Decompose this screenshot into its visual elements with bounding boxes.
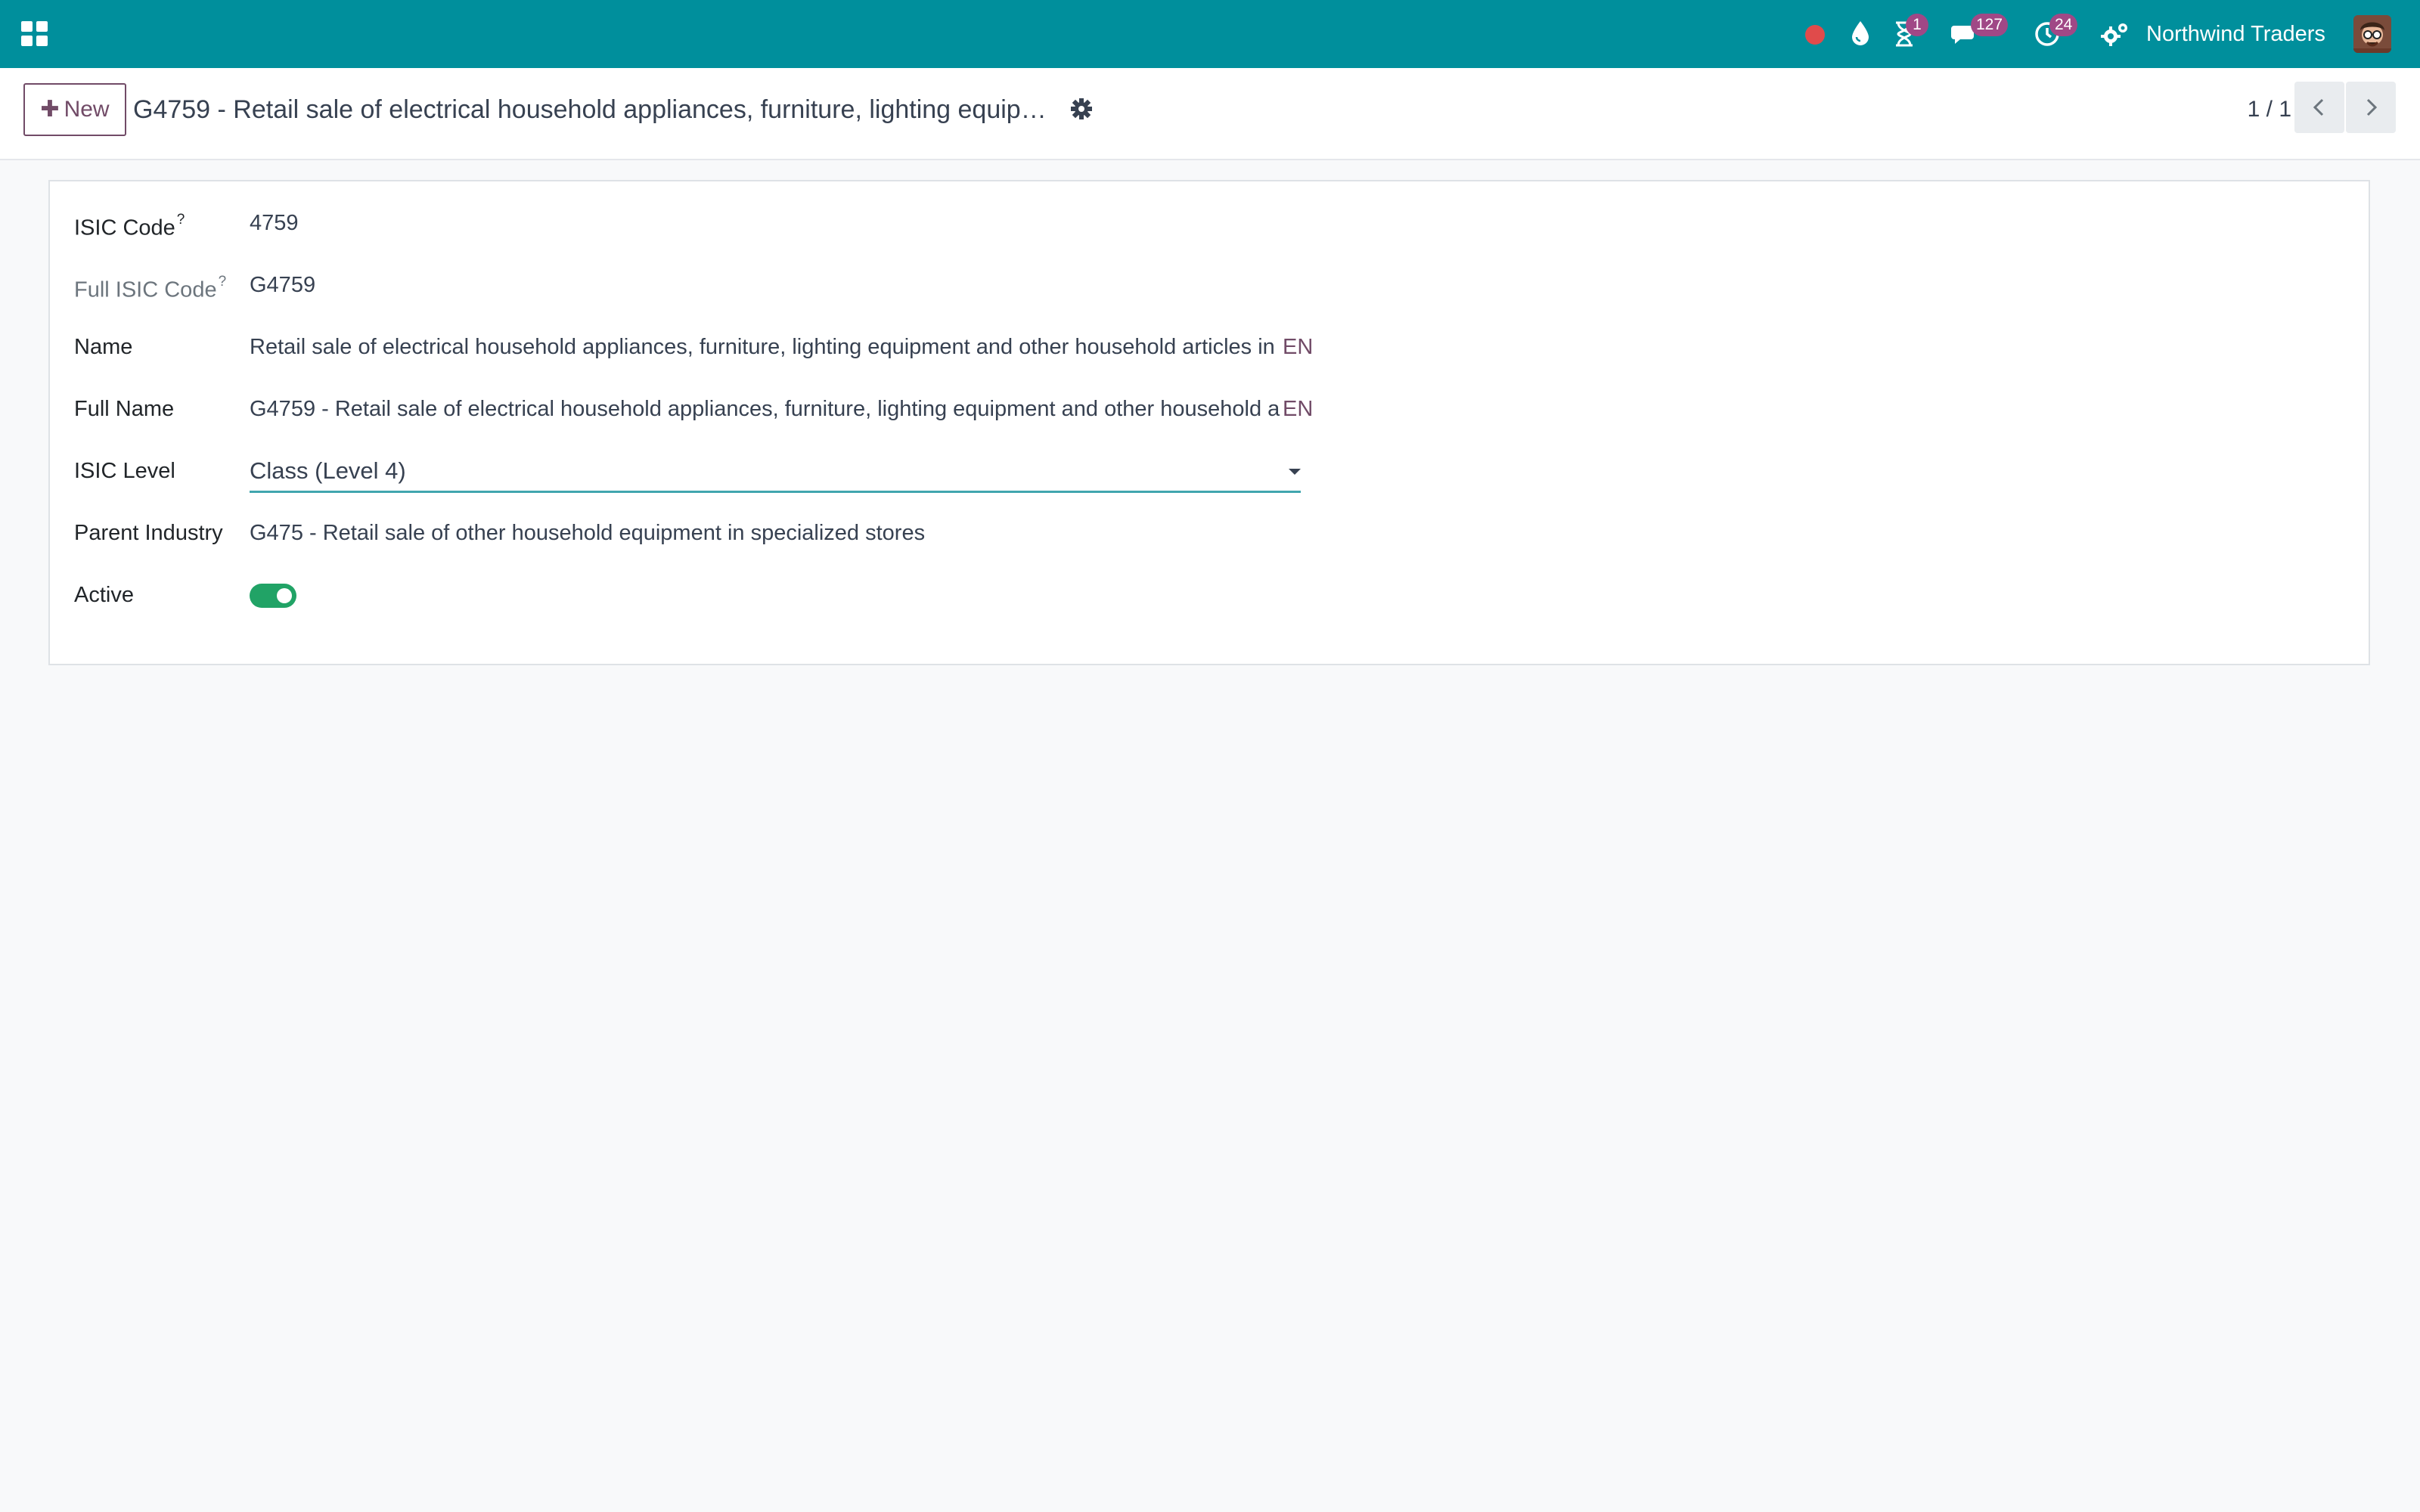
isic-code-input[interactable]: 4759: [250, 204, 1301, 242]
name-language-button[interactable]: EN: [1281, 328, 1314, 366]
form-sheet: ISIC Code? 4759 Full ISIC Code? G4759 Na…: [48, 180, 2370, 665]
previous-record-button[interactable]: [2294, 82, 2344, 133]
isic-level-row: ISIC Level Class (Level 4): [74, 452, 1360, 493]
control-panel: ✚ New G4759 - Retail sale of electrical h…: [0, 68, 2420, 160]
isic-level-select[interactable]: Class (Level 4): [250, 452, 1301, 493]
user-avatar[interactable]: [2353, 15, 2391, 53]
full-isic-code-label: Full ISIC Code?: [74, 274, 227, 302]
active-toggle[interactable]: [250, 584, 296, 608]
isic-code-label: ISIC Code?: [74, 212, 185, 240]
full-isic-code-row: Full ISIC Code? G4759: [74, 266, 1360, 304]
reminders-badge: 24: [2049, 14, 2078, 36]
settings-gears-icon[interactable]: [2101, 21, 2130, 47]
next-record-button[interactable]: [2346, 82, 2396, 133]
isic-level-label: ISIC Level: [74, 459, 175, 483]
name-input[interactable]: Retail sale of electrical household appl…: [250, 328, 1283, 366]
company-name[interactable]: Northwind Traders: [2146, 20, 2325, 48]
parent-industry-input[interactable]: G475 - Retail sale of other household eq…: [250, 514, 1301, 552]
full-name-row: Full Name G4759 - Retail sale of electri…: [74, 390, 1360, 428]
record-title: G4759 - Retail sale of electrical househ…: [133, 95, 1063, 124]
active-label: Active: [74, 583, 134, 607]
isic-code-row: ISIC Code? 4759: [74, 204, 1360, 242]
parent-industry-label: Parent Industry: [74, 521, 223, 545]
help-tooltip-icon[interactable]: ?: [219, 274, 227, 290]
toggle-knob: [277, 588, 292, 603]
app-grid-icon[interactable]: [21, 21, 48, 47]
messages-badge: 127: [1971, 14, 2009, 36]
chevron-left-icon: [2313, 98, 2324, 116]
plus-icon: ✚: [40, 97, 60, 122]
gear-icon[interactable]: [1069, 97, 1094, 121]
full-name-language-button[interactable]: EN: [1281, 390, 1314, 428]
name-label: Name: [74, 335, 133, 359]
pager-value[interactable]: 1 / 1: [2223, 91, 2291, 129]
help-tooltip-icon[interactable]: ?: [177, 212, 185, 228]
name-row: Name Retail sale of electrical household…: [74, 328, 1360, 366]
caret-down-icon: [1289, 469, 1301, 475]
full-isic-code-value: G4759: [250, 273, 316, 297]
full-name-input[interactable]: G4759 - Retail sale of electrical househ…: [250, 390, 1283, 428]
new-button-label: New: [64, 97, 110, 122]
top-navbar: 1 127 24 Northwind Traders: [0, 0, 2420, 68]
parent-industry-row: Parent Industry G475 - Retail sale of ot…: [74, 514, 1360, 552]
full-name-label: Full Name: [74, 397, 175, 421]
recording-dot-icon[interactable]: [1804, 24, 1826, 45]
water-drop-icon[interactable]: [1850, 20, 1871, 47]
avatar-portrait-icon: [2353, 15, 2391, 53]
chevron-right-icon: [2366, 98, 2378, 116]
activity-badge: 1: [1906, 14, 1928, 36]
isic-level-selected-value: Class (Level 4): [250, 457, 406, 484]
new-button[interactable]: ✚ New: [23, 83, 126, 136]
active-row: Active: [74, 576, 1360, 614]
